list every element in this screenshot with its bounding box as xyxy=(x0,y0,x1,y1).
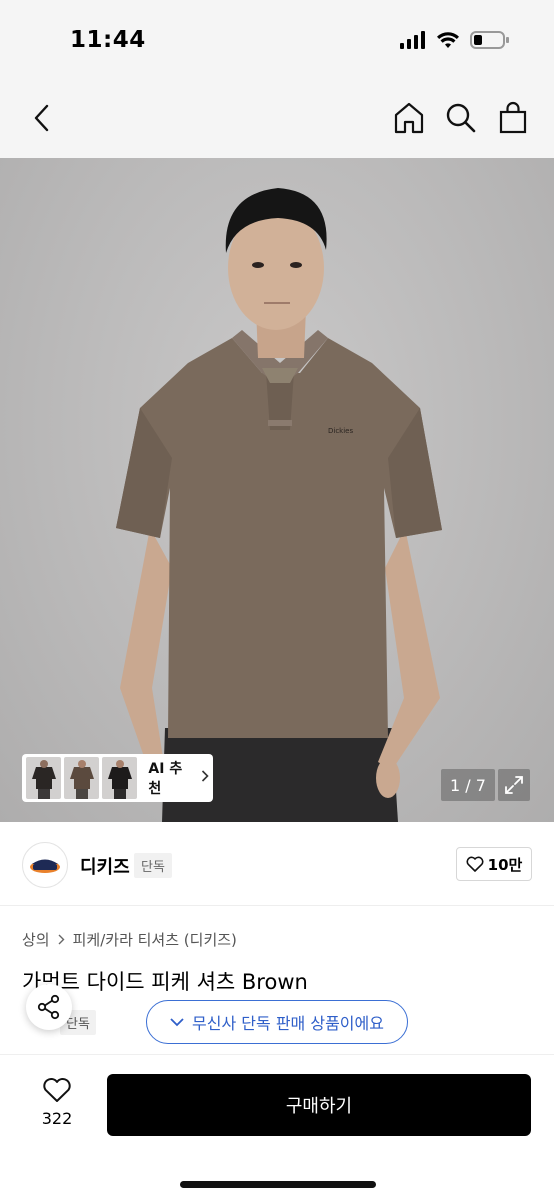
thumbnail[interactable] xyxy=(26,757,62,799)
heart-outline-icon xyxy=(43,1077,71,1102)
brand-like-button[interactable]: 10만 xyxy=(456,847,532,881)
buy-button[interactable]: 구매하기 xyxy=(107,1074,531,1136)
product-image-gallery[interactable]: Dickies AI 추천 1 / 7 xyxy=(0,158,554,822)
exclusive-notice-pill[interactable]: 무신사 단독 판매 상품이에요 xyxy=(146,1000,408,1044)
ai-recommend-label: AI 추천 xyxy=(148,761,183,797)
cellular-signal-icon xyxy=(400,31,426,53)
home-button[interactable] xyxy=(390,98,428,138)
nav-actions xyxy=(390,98,532,138)
status-bar: 11:44 xyxy=(0,0,554,80)
wishlist-count: 322 xyxy=(41,1109,73,1128)
share-button[interactable] xyxy=(26,984,72,1030)
status-time: 11:44 xyxy=(70,27,146,53)
image-counter: 1 / 7 xyxy=(441,769,495,801)
back-button[interactable] xyxy=(22,98,62,138)
search-button[interactable] xyxy=(442,98,480,138)
back-chevron-icon xyxy=(34,104,49,132)
cart-button[interactable] xyxy=(494,98,532,138)
status-icons xyxy=(400,30,510,54)
exclusive-notice-text: 무신사 단독 판매 상품이에요 xyxy=(192,1014,384,1033)
thumbnail[interactable] xyxy=(102,757,138,799)
thumbnail[interactable] xyxy=(64,757,100,799)
heart-outline-icon xyxy=(466,856,484,872)
brand-logo[interactable] xyxy=(22,842,68,888)
brand-name[interactable]: 디키즈 xyxy=(80,853,130,879)
chevron-down-icon xyxy=(170,1018,184,1027)
exclusive-badge: 단독 xyxy=(134,853,172,878)
home-icon xyxy=(394,102,424,134)
chevron-right-icon xyxy=(58,931,65,949)
home-indicator xyxy=(180,1181,376,1188)
bottom-action-bar: 322 구매하기 xyxy=(0,1054,554,1200)
breadcrumb: 상의 피케/카라 티셔츠 (디키즈) xyxy=(22,929,237,950)
wifi-icon xyxy=(436,31,460,53)
expand-image-button[interactable] xyxy=(498,769,530,801)
shopping-bag-icon xyxy=(499,101,527,134)
chevron-right-icon xyxy=(201,770,209,786)
expand-icon xyxy=(505,776,523,794)
breadcrumb-item[interactable]: 상의 xyxy=(22,929,50,950)
svg-text:Dickies: Dickies xyxy=(328,427,353,435)
search-icon xyxy=(446,103,476,133)
share-icon xyxy=(37,994,60,1020)
product-photo: Dickies xyxy=(116,188,442,822)
wishlist-button[interactable]: 322 xyxy=(36,1077,78,1128)
navigation-bar xyxy=(0,80,554,158)
brand-like-count: 10만 xyxy=(487,855,523,874)
brand-row: 디키즈 단독 10만 xyxy=(0,822,554,906)
battery-icon xyxy=(470,30,510,54)
ai-recommend-button[interactable]: AI 추천 xyxy=(22,754,213,802)
breadcrumb-item[interactable]: 피케/카라 티셔츠 (디키즈) xyxy=(73,929,237,950)
